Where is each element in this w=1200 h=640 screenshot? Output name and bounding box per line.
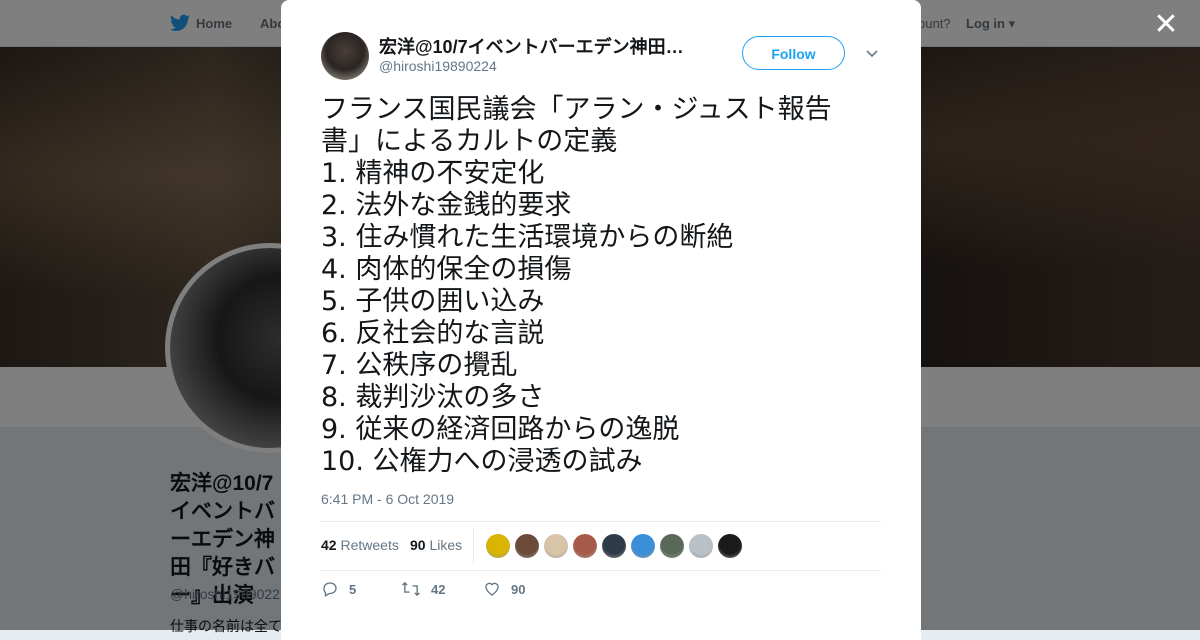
- tweet-actions: 5 42 90: [321, 580, 881, 604]
- author-handle[interactable]: @hiroshi19890224: [379, 58, 497, 74]
- liker-avatar[interactable]: [602, 534, 626, 558]
- retweet-button[interactable]: 42: [401, 580, 445, 598]
- retweet-count: 42: [321, 537, 337, 553]
- close-icon[interactable]: ✕: [1152, 10, 1180, 40]
- tweet-modal: 宏洋@10/7イベントバーエデン神田… @hiroshi19890224 Fol…: [281, 0, 921, 640]
- author-avatar[interactable]: [321, 32, 369, 80]
- tweet-text: フランス国民議会「アラン・ジュスト報告 書」によるカルトの定義 1. 精神の不安…: [321, 94, 881, 478]
- tweet-line: 3. 住み慣れた生活環境からの断絶: [321, 222, 734, 253]
- liker-avatar[interactable]: [718, 534, 742, 558]
- liker-avatar[interactable]: [486, 534, 510, 558]
- like-action-count: 90: [511, 581, 526, 597]
- retweet-icon: [402, 581, 420, 597]
- reply-button[interactable]: 5: [321, 580, 356, 598]
- stats-divider: [473, 528, 474, 564]
- tweet-line: 10. 公権力への浸透の試み: [321, 446, 643, 477]
- tweet-line: 5. 子供の囲い込み: [321, 286, 545, 317]
- liker-avatar[interactable]: [573, 534, 597, 558]
- tweet-line: 7. 公秩序の攪乱: [321, 350, 518, 381]
- like-button[interactable]: 90: [483, 580, 525, 598]
- like-count: 90: [410, 537, 426, 553]
- liker-avatar[interactable]: [689, 534, 713, 558]
- liker-avatar[interactable]: [544, 534, 568, 558]
- like-stat-label: Likes: [429, 537, 463, 553]
- tweet-timestamp[interactable]: 6:41 PM - 6 Oct 2019: [321, 491, 454, 507]
- tweet-line: 4. 肉体的保全の損傷: [321, 254, 572, 285]
- tweet-line: フランス国民議会「アラン・ジュスト報告: [321, 94, 832, 125]
- retweet-stat-label: Retweets: [340, 537, 399, 553]
- heart-icon: [485, 582, 499, 596]
- tweet-stats: 42 Retweets 90 Likes: [321, 521, 881, 571]
- tweet-line: 8. 裁判沙汰の多さ: [321, 382, 545, 413]
- reply-icon: [323, 582, 337, 597]
- author-name[interactable]: 宏洋@10/7イベントバーエデン神田…: [379, 33, 689, 59]
- tweet-line: 9. 従来の経済回路からの逸脱: [321, 414, 680, 445]
- chevron-down-icon[interactable]: [865, 46, 879, 60]
- tweet-line: 書」によるカルトの定義: [321, 126, 618, 157]
- follow-button[interactable]: Follow: [742, 36, 845, 70]
- like-stat[interactable]: 90 Likes: [410, 537, 462, 553]
- reply-count: 5: [349, 581, 357, 597]
- tweet-line: 2. 法外な金銭的要求: [321, 190, 572, 221]
- liker-avatar[interactable]: [631, 534, 655, 558]
- retweet-action-count: 42: [431, 581, 446, 597]
- retweet-stat[interactable]: 42 Retweets: [321, 537, 399, 553]
- tweet-line: 6. 反社会的な言説: [321, 318, 545, 349]
- liker-avatars: [486, 534, 742, 558]
- liker-avatar[interactable]: [515, 534, 539, 558]
- liker-avatar[interactable]: [660, 534, 684, 558]
- tweet-line: 1. 精神の不安定化: [321, 158, 545, 189]
